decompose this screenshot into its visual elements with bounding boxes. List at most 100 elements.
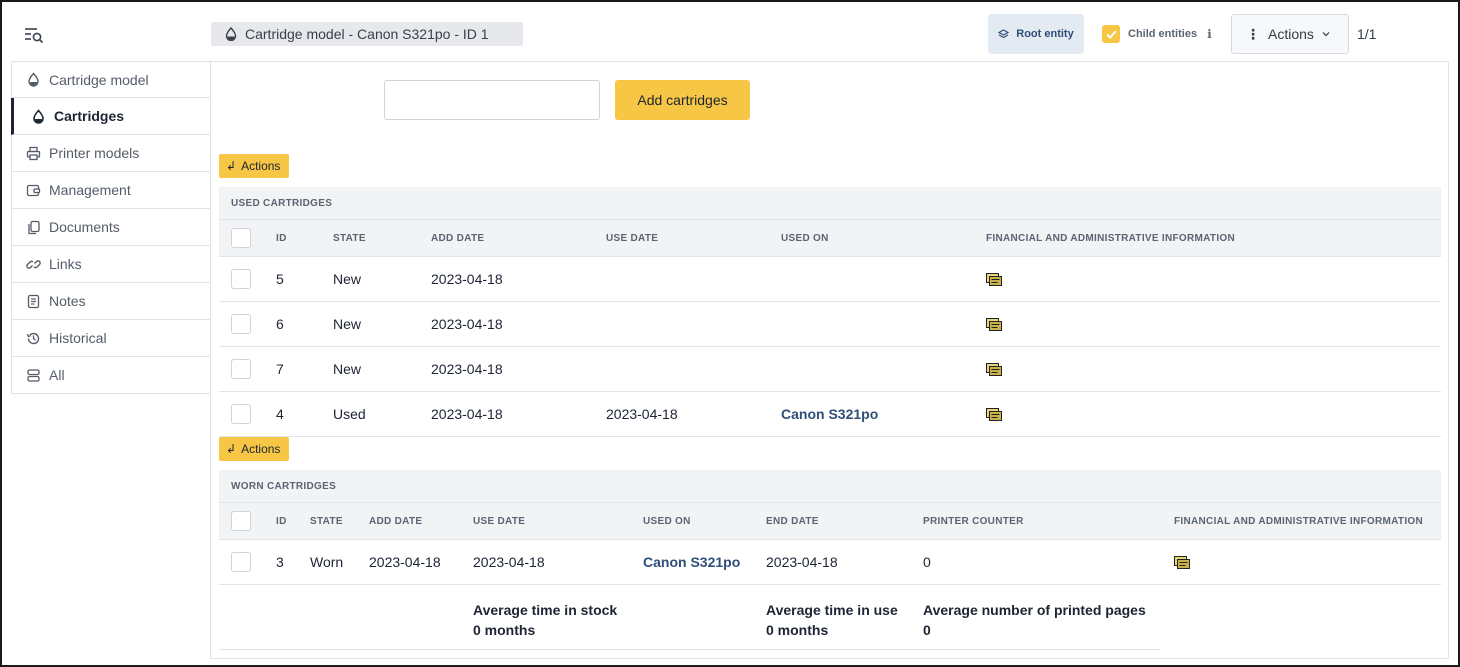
worn-cartridges-caption: WORN CARTRIDGES [219, 470, 1441, 503]
root-entity-label: Root entity [1016, 28, 1074, 40]
summary-pages-label: Average number of printed pages [923, 602, 1146, 618]
massive-actions-label: Actions [241, 442, 281, 456]
column-header-add-date[interactable]: ADD DATE [431, 220, 484, 256]
sidebar-item-all[interactable]: All [11, 357, 211, 394]
sidebar-item-cartridge-model[interactable]: Cartridge model [11, 61, 211, 98]
worn-summary-row: Average time in stock 0 months Average t… [219, 586, 1161, 650]
sidebar-item-management[interactable]: Management [11, 172, 211, 209]
worn-cartridges-table: WORN CARTRIDGES ID STATE ADD DATE USE DA… [219, 470, 1441, 585]
wallet-icon [26, 184, 41, 196]
select-all-checkbox[interactable] [231, 228, 251, 248]
column-header-state[interactable]: STATE [333, 220, 366, 256]
summary-pages: Average number of printed pages 0 [923, 600, 1146, 640]
used-cartridges-caption: USED CARTRIDGES [219, 187, 1441, 220]
cell-state: New [333, 361, 362, 377]
droplet-icon [33, 108, 44, 124]
child-entities-label: Child entities [1128, 28, 1198, 40]
droplet-icon [28, 72, 39, 87]
table-row: 6 New 2023-04-18 [219, 302, 1441, 347]
printer-icon [26, 146, 41, 160]
sidebar-item-label: Management [49, 182, 131, 198]
massive-actions-button[interactable]: ↲ Actions [219, 154, 289, 178]
cell-add-date: 2023-04-18 [369, 554, 441, 570]
sidebar-item-links[interactable]: Links [11, 246, 211, 283]
table-row: 5 New 2023-04-18 [219, 257, 1441, 302]
kebab-icon: ⋮ [1246, 25, 1260, 42]
row-checkbox[interactable] [231, 314, 251, 334]
sidebar-item-notes[interactable]: Notes [11, 283, 211, 320]
sidebar-item-label: Notes [49, 293, 86, 309]
column-header-use-date[interactable]: USE DATE [473, 503, 525, 539]
cell-id: 3 [276, 554, 284, 570]
sidebar-item-cartridges[interactable]: Cartridges [11, 98, 211, 135]
sidebar-item-label: Cartridges [54, 108, 125, 124]
row-checkbox[interactable] [231, 359, 251, 379]
column-header-end-date[interactable]: END DATE [766, 503, 819, 539]
column-header-used-on[interactable]: USED ON [643, 503, 691, 539]
financial-info-icon[interactable] [986, 407, 1002, 421]
child-entities-checkbox[interactable] [1102, 25, 1120, 43]
cell-used-on-link[interactable]: Canon S321po [643, 540, 740, 584]
row-checkbox[interactable] [231, 404, 251, 424]
sidebar-item-label: Cartridge model [49, 71, 149, 88]
column-header-financial[interactable]: FINANCIAL AND ADMINISTRATIVE INFORMATION [1174, 503, 1423, 539]
column-header-add-date[interactable]: ADD DATE [369, 503, 422, 539]
child-entities-toggle[interactable]: Child entities ℹ [1092, 14, 1224, 54]
cell-use-date: 2023-04-18 [606, 406, 678, 422]
column-header-id[interactable]: ID [276, 503, 287, 539]
sidebar-item-documents[interactable]: Documents [11, 209, 211, 246]
financial-info-icon[interactable] [1174, 555, 1190, 569]
row-checkbox[interactable] [231, 552, 251, 572]
sidebar-item-printer-models[interactable]: Printer models [11, 135, 211, 172]
massive-actions-button[interactable]: ↲ Actions [219, 437, 289, 461]
summary-use-value: 0 months [766, 622, 829, 638]
financial-info-icon[interactable] [986, 317, 1002, 331]
cell-printer-counter: 0 [923, 554, 931, 570]
sidebar-item-label: Printer models [49, 145, 140, 161]
all-icon [27, 368, 40, 382]
massive-actions-label: Actions [241, 159, 281, 173]
cell-state: New [333, 271, 362, 287]
select-all-checkbox[interactable] [231, 511, 251, 531]
cell-id: 5 [276, 271, 284, 287]
cell-id: 7 [276, 361, 284, 377]
root-entity-button[interactable]: Root entity [988, 14, 1084, 54]
table-row: 3 Worn 2023-04-18 2023-04-18 Canon S321p… [219, 540, 1441, 585]
chevron-down-icon [1322, 32, 1330, 37]
column-header-id[interactable]: ID [276, 220, 287, 256]
add-cartridges-quantity-input[interactable] [384, 80, 600, 120]
sidebar-item-label: Links [49, 256, 82, 272]
column-header-used-on[interactable]: USED ON [781, 220, 829, 256]
column-header-state[interactable]: STATE [310, 503, 343, 539]
cell-state: New [333, 316, 362, 332]
used-cartridges-table: USED CARTRIDGES ID STATE ADD DATE USE DA… [219, 187, 1441, 437]
table-row: 7 New 2023-04-18 [219, 347, 1441, 392]
cell-used-on-link[interactable]: Canon S321po [781, 392, 878, 436]
actions-menu-button[interactable]: ⋮ Actions [1231, 14, 1349, 54]
sidebar: Cartridge model Cartridges Printer model… [11, 61, 211, 394]
summary-pages-value: 0 [923, 622, 931, 638]
cell-use-date: 2023-04-18 [473, 554, 545, 570]
sidebar-item-historical[interactable]: Historical [11, 320, 211, 357]
arrow-return-icon: ↲ [226, 159, 237, 173]
documents-icon [28, 220, 40, 234]
row-checkbox[interactable] [231, 269, 251, 289]
column-header-financial[interactable]: FINANCIAL AND ADMINISTRATIVE INFORMATION [986, 220, 1235, 256]
cell-add-date: 2023-04-18 [431, 406, 503, 422]
actions-menu-label: Actions [1268, 26, 1314, 42]
pager: 1/1 [1357, 26, 1377, 42]
table-header: ID STATE ADD DATE USE DATE USED ON FINAN… [219, 220, 1441, 257]
column-header-printer-counter[interactable]: PRINTER COUNTER [923, 503, 1024, 539]
history-icon [26, 332, 40, 344]
menu-search-icon[interactable] [24, 26, 44, 44]
sidebar-item-label: Historical [49, 330, 107, 346]
info-icon[interactable]: ℹ [1207, 27, 1212, 41]
financial-info-icon[interactable] [986, 272, 1002, 286]
cell-add-date: 2023-04-18 [431, 271, 503, 287]
add-cartridges-button[interactable]: Add cartridges [615, 80, 750, 120]
financial-info-icon[interactable] [986, 362, 1002, 376]
table-header: ID STATE ADD DATE USE DATE USED ON END D… [219, 503, 1441, 540]
column-header-use-date[interactable]: USE DATE [606, 220, 658, 256]
main-panel: Add cartridges ↲ Actions USED CARTRIDGES… [210, 61, 1449, 659]
layers-icon [998, 29, 1010, 39]
